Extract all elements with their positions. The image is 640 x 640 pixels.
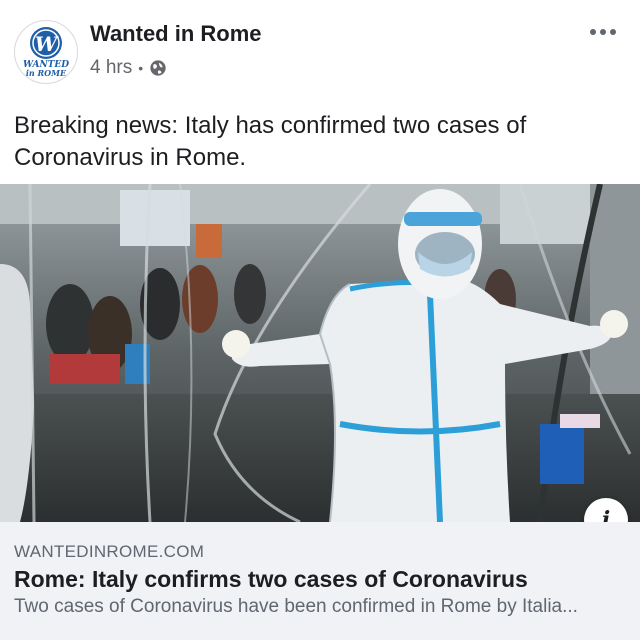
post-message: Breaking news: Italy has confirmed two c… [14,112,527,171]
link-domain: WANTEDINROME.COM [14,542,205,561]
link-description: Two cases of Coronavirus have been confi… [14,596,578,617]
page-name-link[interactable]: Wanted in Rome [90,21,262,47]
globe-icon[interactable] [149,59,167,77]
more-dot [610,29,616,35]
meta-separator: • [138,60,144,76]
logo-text-line2: in ROME [26,68,67,78]
post-meta: 4 hrs • [90,57,167,79]
post-header: W WANTED in ROME Wanted in Rome 4 hrs • [0,0,640,100]
page-avatar[interactable]: W WANTED in ROME [14,20,78,84]
more-options-icon[interactable] [586,20,620,44]
hospital-worker-photo [0,184,640,522]
link-preview-card[interactable]: WANTEDINROME.COM Rome: Italy confirms tw… [0,522,640,640]
link-headline[interactable]: Rome: Italy confirms two cases of Corona… [14,566,528,593]
logo-letter: W [35,32,60,56]
link-preview-image[interactable] [0,184,640,522]
more-dot [600,29,606,35]
more-dot [590,29,596,35]
post-timestamp[interactable]: 4 hrs [90,57,132,79]
wanted-in-rome-logo: W WANTED in ROME [23,27,69,78]
